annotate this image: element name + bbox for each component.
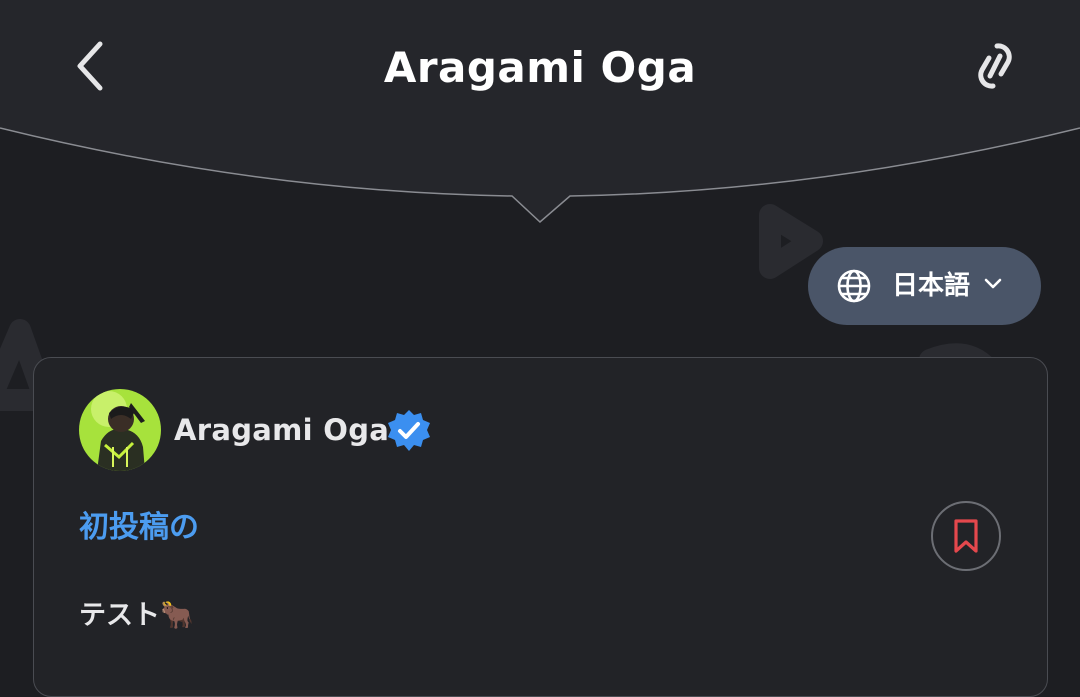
page-title: Aragami Oga (383, 43, 697, 92)
share-link-button[interactable] (962, 36, 1028, 96)
link-icon (978, 43, 1012, 89)
bookmark-icon (954, 519, 978, 553)
language-selector[interactable]: 日本語 (808, 247, 1041, 325)
back-button[interactable] (60, 36, 120, 96)
avatar[interactable] (79, 389, 161, 471)
globe-icon (836, 268, 872, 304)
post-card[interactable]: Aragami Oga 初投稿の テスト🐂 (33, 357, 1048, 697)
chevron-left-icon (77, 41, 103, 91)
verified-badge-icon (388, 410, 430, 451)
app-header: Aragami Oga (0, 0, 1080, 230)
language-label: 日本語 (892, 271, 971, 301)
chevron-down-icon (982, 273, 1004, 295)
bookmark-button[interactable] (931, 501, 1001, 571)
post-body: テスト🐂 (79, 600, 194, 631)
header-background (0, 0, 1080, 224)
post-title[interactable]: 初投稿の (79, 506, 199, 550)
author-name[interactable]: Aragami Oga (174, 410, 389, 450)
